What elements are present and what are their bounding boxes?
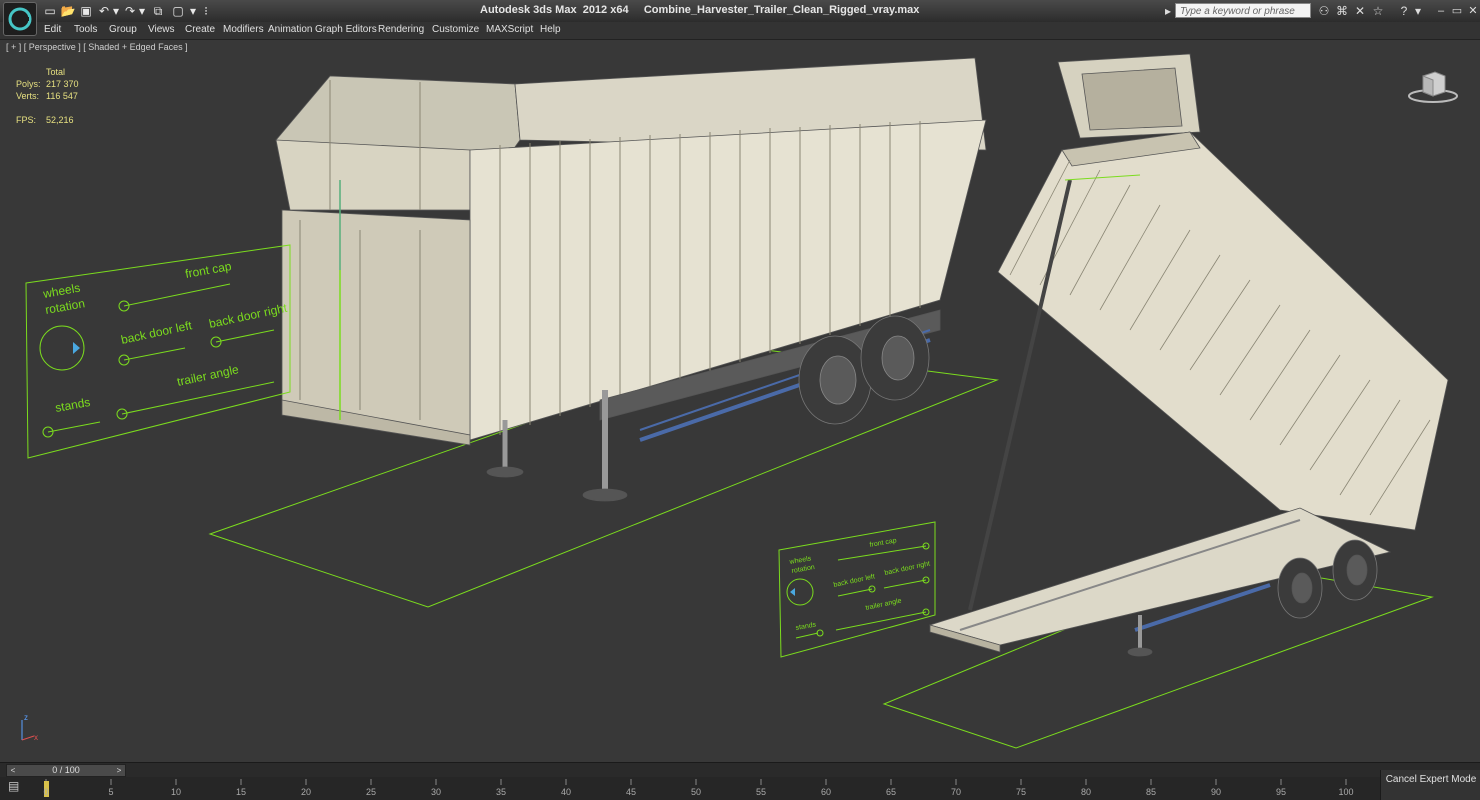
tick-label: 20 xyxy=(300,787,312,797)
open-file-icon[interactable]: 📂 xyxy=(60,3,76,19)
time-prev-button[interactable]: < xyxy=(8,765,18,776)
tick-label: 45 xyxy=(625,787,637,797)
tick-label: 75 xyxy=(1015,787,1027,797)
control-panel-right xyxy=(778,521,936,658)
axis-gizmo-icon: z x xyxy=(21,713,38,742)
menu-rendering[interactable]: Rendering xyxy=(378,24,424,35)
svg-text:x: x xyxy=(34,733,38,742)
label-stands-right: stands xyxy=(795,621,817,632)
label-front-cap-right: front cap xyxy=(869,537,897,549)
tick-label: 95 xyxy=(1275,787,1287,797)
search-arrow-icon[interactable]: ▸ xyxy=(1160,3,1176,19)
label-back-door-left-left: back door left xyxy=(120,318,194,347)
menu-maxscript[interactable]: MAXScript xyxy=(486,24,533,35)
tick-label: 40 xyxy=(560,787,572,797)
3ds-max-logo-icon[interactable] xyxy=(3,2,37,36)
tick-label: 80 xyxy=(1080,787,1092,797)
favorites-star-icon[interactable]: ☆ xyxy=(1370,3,1386,19)
label-trailer-angle-right: trailer angle xyxy=(865,597,902,611)
label-back-door-left-right: back door left xyxy=(833,573,876,589)
menu-edit[interactable]: Edit xyxy=(44,24,61,35)
timeline-config-icon[interactable]: ▤ xyxy=(8,779,28,797)
window-icon[interactable]: ▢ xyxy=(170,3,186,19)
title-bar: ▭ 📂 ▣ ↶ ▾ ↷ ▾ ⧉ ▢ ▾ ⁝ Autodesk 3ds Max 2… xyxy=(0,0,1480,36)
label-front-cap-left: front cap xyxy=(184,259,233,281)
label-back-door-right-left: back door right xyxy=(208,301,289,331)
close-icon[interactable]: ✕ xyxy=(1464,4,1480,18)
menu-group[interactable]: Group xyxy=(109,24,137,35)
menu-animation[interactable]: Animation xyxy=(268,24,312,35)
new-file-icon[interactable]: ▭ xyxy=(42,3,58,19)
tick-label: 5 xyxy=(108,787,114,797)
help-dropdown-icon[interactable]: ▾ xyxy=(1410,3,1426,19)
time-next-button[interactable]: > xyxy=(114,765,124,776)
menu-create[interactable]: Create xyxy=(185,24,215,35)
timeline-bar xyxy=(0,762,1480,777)
tick-label: 70 xyxy=(950,787,962,797)
menu-graph-editors[interactable]: Graph Editors xyxy=(315,24,377,35)
tick-label: 60 xyxy=(820,787,832,797)
time-frame-readout: 0 / 100 xyxy=(52,765,80,775)
search-input[interactable]: Type a keyword or phrase xyxy=(1175,3,1311,18)
window-title: Autodesk 3ds Max 2012 x64 Combine_Harves… xyxy=(480,4,920,16)
project-folder-icon[interactable]: ⧉ xyxy=(150,3,166,19)
svg-text:z: z xyxy=(24,713,28,722)
tick-label: 30 xyxy=(430,787,442,797)
control-panel-left xyxy=(25,244,291,459)
label-trailer-angle-left: trailer angle xyxy=(176,362,241,389)
menu-bar: Edit Tools Group Views Create Modifiers … xyxy=(0,22,1480,40)
timeline-track[interactable]: 0 5 10 15 20 25 30 35 40 45 50 55 60 65 … xyxy=(0,777,1380,800)
menu-views[interactable]: Views xyxy=(148,24,175,35)
time-slider[interactable]: < 0 / 100 > xyxy=(6,764,126,777)
binoculars-icon[interactable]: ⚇ xyxy=(1316,3,1332,19)
tick-label: 25 xyxy=(365,787,377,797)
tick-label: 35 xyxy=(495,787,507,797)
perspective-viewport[interactable]: [ + ] [ Perspective ] [ Shaded + Edged F… xyxy=(0,40,1480,762)
tick-label: 0 xyxy=(43,787,49,797)
tick-label: 55 xyxy=(755,787,767,797)
scene-canvas: wheels rotation front cap back door left… xyxy=(21,53,1449,749)
save-icon[interactable]: ▣ xyxy=(78,3,94,19)
label-wheels-rotation-right-2: rotation xyxy=(791,564,815,575)
menu-help[interactable]: Help xyxy=(540,24,561,35)
menu-customize[interactable]: Customize xyxy=(432,24,479,35)
toolbar-overflow-icon[interactable]: ⁝ xyxy=(198,3,214,19)
tick-label: 90 xyxy=(1210,787,1222,797)
trailer-right-model xyxy=(928,53,1449,657)
tick-label: 15 xyxy=(235,787,247,797)
menu-tools[interactable]: Tools xyxy=(74,24,97,35)
subscription-icon[interactable]: ⌘ xyxy=(1334,3,1350,19)
menu-modifiers[interactable]: Modifiers xyxy=(223,24,264,35)
tick-label: 85 xyxy=(1145,787,1157,797)
label-stands-left: stands xyxy=(54,395,91,415)
cancel-expert-mode-button[interactable]: Cancel Expert Mode xyxy=(1380,770,1480,800)
tick-label: 50 xyxy=(690,787,702,797)
communication-icon[interactable]: ✕ xyxy=(1352,3,1368,19)
tick-label: 10 xyxy=(170,787,182,797)
label-back-door-right-right: back door right xyxy=(884,560,931,576)
tick-label: 100 xyxy=(1338,787,1354,797)
tick-label: 65 xyxy=(885,787,897,797)
trailer-left-model xyxy=(275,57,987,502)
redo-dropdown-icon[interactable]: ▾ xyxy=(134,3,150,19)
